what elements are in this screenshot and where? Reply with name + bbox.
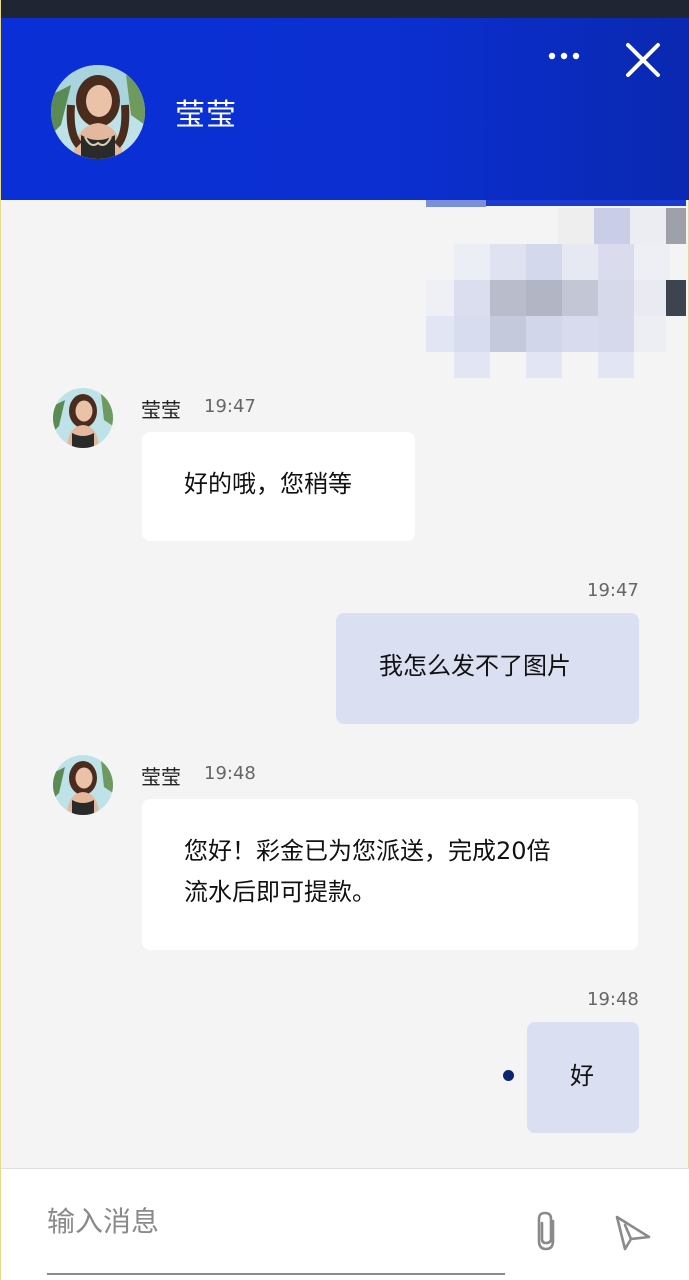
close-button[interactable] [619, 36, 667, 84]
message-text: 我怎么发不了图片 [379, 652, 571, 680]
message-composer [1, 1168, 689, 1280]
message-time: 19:48 [587, 989, 639, 1010]
contact-name: 莹莹 [175, 98, 237, 133]
status-strip [1, 0, 689, 18]
attach-button[interactable] [529, 1209, 565, 1255]
message-time: 19:48 [204, 763, 256, 784]
message-text-line: 流水后即可提款。 [184, 878, 376, 906]
send-icon [615, 1215, 651, 1251]
close-icon [626, 43, 660, 77]
more-options-button[interactable] [541, 44, 587, 74]
paperclip-icon [537, 1211, 555, 1251]
message-text: 好的哦，您稍等 [184, 470, 352, 498]
chat-header: 莹莹 [1, 18, 689, 200]
unread-status-dot [503, 1070, 514, 1081]
message-bubble-outgoing[interactable]: 我怎么发不了图片 [336, 613, 639, 724]
message-time: 19:47 [204, 396, 256, 417]
pixelated-image-attachment[interactable] [426, 200, 686, 378]
avatar[interactable] [53, 755, 113, 815]
sender-name: 莹莹 [141, 398, 181, 422]
message-bubble-incoming[interactable]: 您好！彩金已为您派送，完成20倍 流水后即可提款。 [142, 799, 638, 950]
message-bubble-outgoing[interactable]: 好 [527, 1022, 639, 1133]
avatar[interactable] [51, 65, 145, 159]
message-time: 19:47 [587, 580, 639, 601]
avatar[interactable] [53, 388, 113, 448]
message-list[interactable]: 莹莹 19:47 好的哦，您稍等 19:47 我怎么发不了图片 莹莹 19:48… [1, 200, 689, 1168]
more-horizontal-icon [548, 52, 580, 60]
input-underline [47, 1273, 505, 1275]
message-text: 好 [570, 1062, 594, 1090]
sender-name: 莹莹 [141, 765, 181, 789]
message-text-line: 您好！彩金已为您派送，完成20倍 [184, 837, 551, 865]
send-button[interactable] [611, 1211, 653, 1253]
message-input[interactable] [47, 1199, 505, 1243]
message-bubble-incoming[interactable]: 好的哦，您稍等 [142, 432, 415, 541]
